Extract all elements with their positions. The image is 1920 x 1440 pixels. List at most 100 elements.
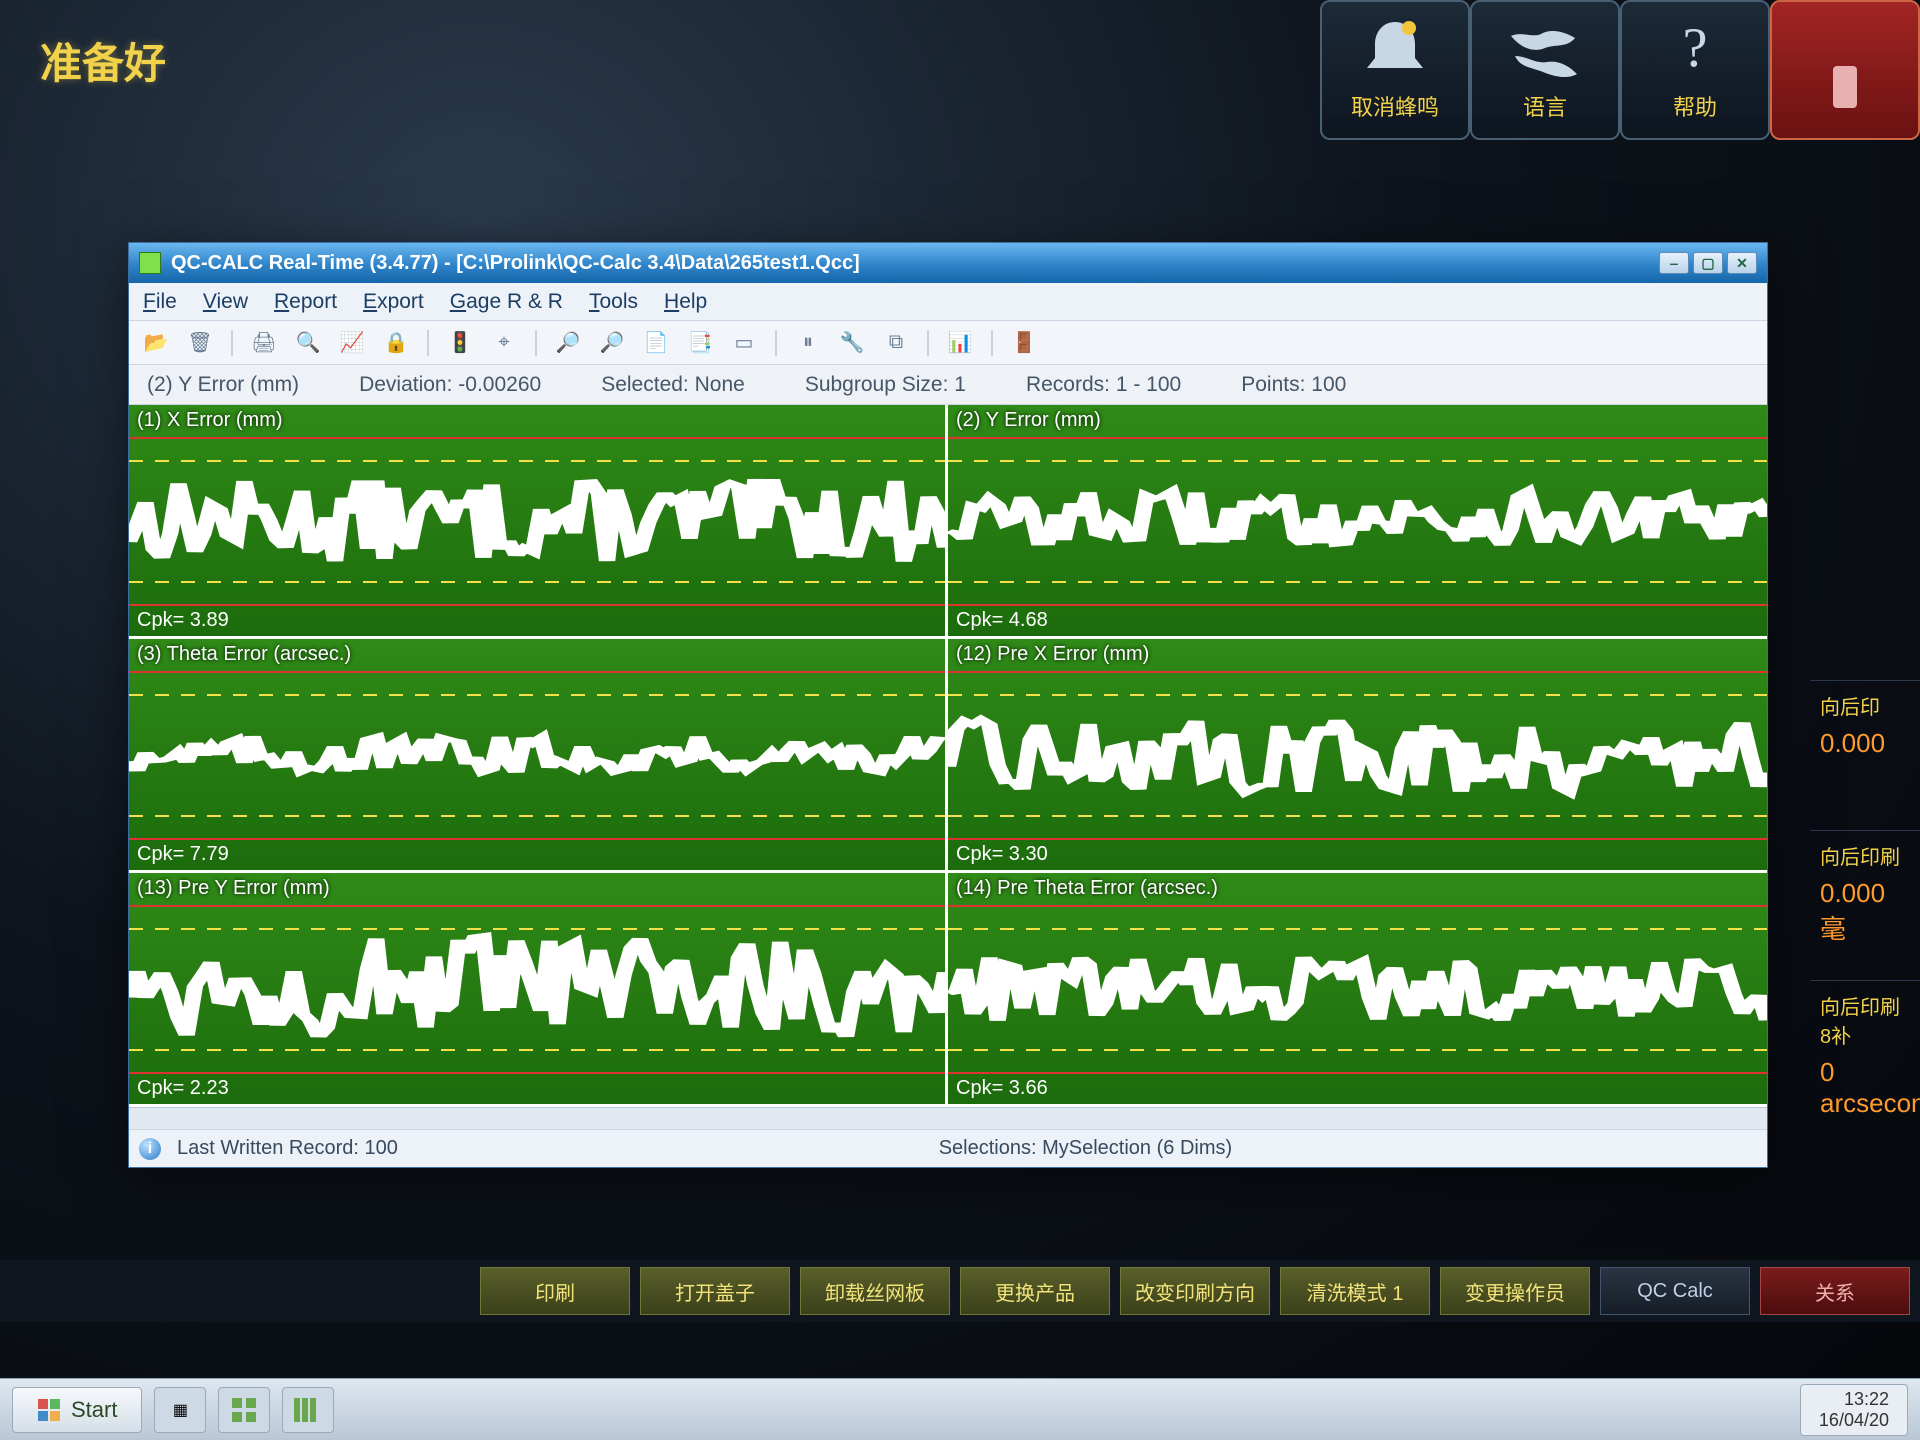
menu-report[interactable]: Report [274, 290, 337, 314]
open-cover-button[interactable]: 打开盖子 [640, 1267, 790, 1315]
trace-line [948, 405, 1767, 636]
horizontal-scrollbar[interactable] [129, 1107, 1767, 1129]
menu-bar: File View Report Export Gage R & R Tools… [129, 283, 1767, 321]
copy-icon[interactable]: ⧉ [883, 330, 909, 356]
subgroup-size: Subgroup Size: 1 [805, 373, 966, 397]
trace-line [948, 639, 1767, 870]
chart-icon[interactable]: 📈 [339, 330, 365, 356]
window-title: QC-CALC Real-Time (3.4.77) - [C:\Prolink… [171, 252, 860, 275]
bars-icon [292, 1396, 324, 1424]
pause-icon[interactable]: ⏸ [795, 330, 821, 356]
toolbar: 📂 🗑 🖨 🔍 📈 🔒 🚦 ⌖ 🔎 🔎 📄 📑 ▭ ⏸ 🔧 ⧉ 📊 🚪 [129, 321, 1767, 365]
print-button[interactable]: 印刷 [480, 1267, 630, 1315]
selections: Selections: MySelection (6 Dims) [414, 1137, 1757, 1160]
help-button[interactable]: ? 帮助 [1620, 0, 1770, 140]
change-operator-button[interactable]: 变更操作员 [1440, 1267, 1590, 1315]
last-written-record: Last Written Record: 100 [177, 1137, 398, 1160]
chart-title: (14) Pre Theta Error (arcsec.) [956, 877, 1218, 900]
close-button[interactable]: ✕ [1727, 252, 1757, 274]
chart-grid: (1) X Error (mm)Cpk= 3.89(2) Y Error (mm… [129, 405, 1767, 1107]
trace-line [948, 873, 1767, 1104]
status-bar: i Last Written Record: 100 Selections: M… [129, 1129, 1767, 1167]
hmi-bottom-bar: 印刷 打开盖子 卸载丝网板 更换产品 改变印刷方向 清洗模式 1 变更操作员 Q… [0, 1260, 1920, 1322]
menu-help[interactable]: Help [664, 290, 707, 314]
app-icon: ▦ [173, 1400, 188, 1420]
zoom-in-icon[interactable]: 🔎 [555, 330, 581, 356]
filter-icon[interactable]: ⌖ [491, 330, 517, 356]
chart-cpk: Cpk= 4.68 [956, 609, 1048, 632]
menu-tools[interactable]: Tools [589, 290, 638, 314]
svg-text:?: ? [1683, 17, 1708, 79]
clean-mode-1-button[interactable]: 清洗模式 1 [1280, 1267, 1430, 1315]
taskbar-item[interactable]: ▦ [154, 1387, 206, 1433]
cancel-beep-button[interactable]: 取消蜂鸣 [1320, 0, 1470, 140]
grid-icon [230, 1396, 258, 1424]
chart-cpk: Cpk= 2.23 [137, 1077, 229, 1100]
wrench-icon[interactable]: 🔧 [839, 330, 865, 356]
info-bar: (2) Y Error (mm) Deviation: -0.00260 Sel… [129, 365, 1767, 405]
chart-cpk: Cpk= 7.79 [137, 843, 229, 866]
trace-line [129, 873, 945, 1104]
window-titlebar[interactable]: QC-CALC Real-Time (3.4.77) - [C:\Prolink… [129, 243, 1767, 283]
menu-view[interactable]: View [203, 290, 248, 314]
control-chart[interactable]: (12) Pre X Error (mm) Cpk= 3.30 [948, 639, 1767, 873]
trace-line [129, 639, 945, 870]
maximize-button[interactable]: ▢ [1693, 252, 1723, 274]
menu-gage[interactable]: Gage R & R [450, 290, 563, 314]
bell-icon [1355, 14, 1435, 84]
qc-calc-window: QC-CALC Real-Time (3.4.77) - [C:\Prolink… [128, 242, 1768, 1168]
side-readout: 向后印刷 0.000 毫 [1810, 830, 1920, 980]
deviation: Deviation: -0.00260 [359, 373, 541, 397]
language-button[interactable]: 语言 [1470, 0, 1620, 140]
side-readout: 向后印刷8补 0 arcsecon [1810, 980, 1920, 1130]
app-icon [139, 252, 161, 274]
chart-title: (1) X Error (mm) [137, 409, 283, 432]
start-button[interactable]: Start [12, 1387, 142, 1433]
info-icon: i [139, 1138, 161, 1160]
menu-export[interactable]: Export [363, 290, 424, 314]
control-chart[interactable]: (14) Pre Theta Error (arcsec.) Cpk= 3.66 [948, 873, 1767, 1107]
barchart-icon[interactable]: 📊 [947, 330, 973, 356]
chart-cpk: Cpk= 3.30 [956, 843, 1048, 866]
close-system-button[interactable]: 关系 [1760, 1267, 1910, 1315]
menu-file[interactable]: File [143, 290, 177, 314]
question-icon: ? [1655, 14, 1735, 84]
records: Records: 1 - 100 [1026, 373, 1181, 397]
unload-stencil-button[interactable]: 卸载丝网板 [800, 1267, 950, 1315]
chart-title: (12) Pre X Error (mm) [956, 643, 1149, 666]
delete-icon[interactable]: 🗑 [187, 330, 213, 356]
control-chart[interactable]: (1) X Error (mm)Cpk= 3.89 [129, 405, 948, 639]
open-icon[interactable]: 📂 [143, 330, 169, 356]
chart-title: (3) Theta Error (arcsec.) [137, 643, 351, 666]
qc-calc-button[interactable]: QC Calc [1600, 1267, 1750, 1315]
lock-icon[interactable]: 🔒 [383, 330, 409, 356]
print-icon[interactable]: 🖨 [251, 330, 277, 356]
taskbar-clock[interactable]: 13:22 16/04/20 [1800, 1384, 1908, 1436]
control-chart[interactable]: (2) Y Error (mm) Cpk= 4.68 [948, 405, 1767, 639]
minimize-button[interactable]: ‒ [1659, 252, 1689, 274]
exit-icon[interactable]: 🚪 [1011, 330, 1037, 356]
window-icon[interactable]: ▭ [731, 330, 757, 356]
change-product-button[interactable]: 更换产品 [960, 1267, 1110, 1315]
control-chart[interactable]: (3) Theta Error (arcsec.) Cpk= 7.79 [129, 639, 948, 873]
taskbar-item[interactable] [282, 1387, 334, 1433]
chart-cpk: Cpk= 3.66 [956, 1077, 1048, 1100]
hmi-close-button[interactable] [1770, 0, 1920, 140]
chart-title: (2) Y Error (mm) [956, 409, 1101, 432]
selected: Selected: None [601, 373, 745, 397]
hmi-top-buttons: 取消蜂鸣 语言 ? 帮助 [1320, 0, 1920, 140]
chart-title: (13) Pre Y Error (mm) [137, 877, 330, 900]
taskbar-item[interactable] [218, 1387, 270, 1433]
trace-line [129, 405, 945, 636]
notes-icon[interactable]: 📑 [687, 330, 713, 356]
preview-icon[interactable]: 🔍 [295, 330, 321, 356]
hmi-side-readouts: 向后印 0.000 向后印刷 0.000 毫 向后印刷8补 0 arcsecon [1810, 680, 1920, 1130]
taskbar[interactable]: Start ▦ 13:22 16/04/20 [0, 1378, 1920, 1440]
zoom-reset-icon[interactable]: 🔎 [599, 330, 625, 356]
globe-icon [1505, 14, 1585, 84]
side-readout: 向后印 0.000 [1810, 680, 1920, 830]
traffic-icon[interactable]: 🚦 [447, 330, 473, 356]
note-icon[interactable]: 📄 [643, 330, 669, 356]
control-chart[interactable]: (13) Pre Y Error (mm) Cpk= 2.23 [129, 873, 948, 1107]
change-print-direction-button[interactable]: 改变印刷方向 [1120, 1267, 1270, 1315]
